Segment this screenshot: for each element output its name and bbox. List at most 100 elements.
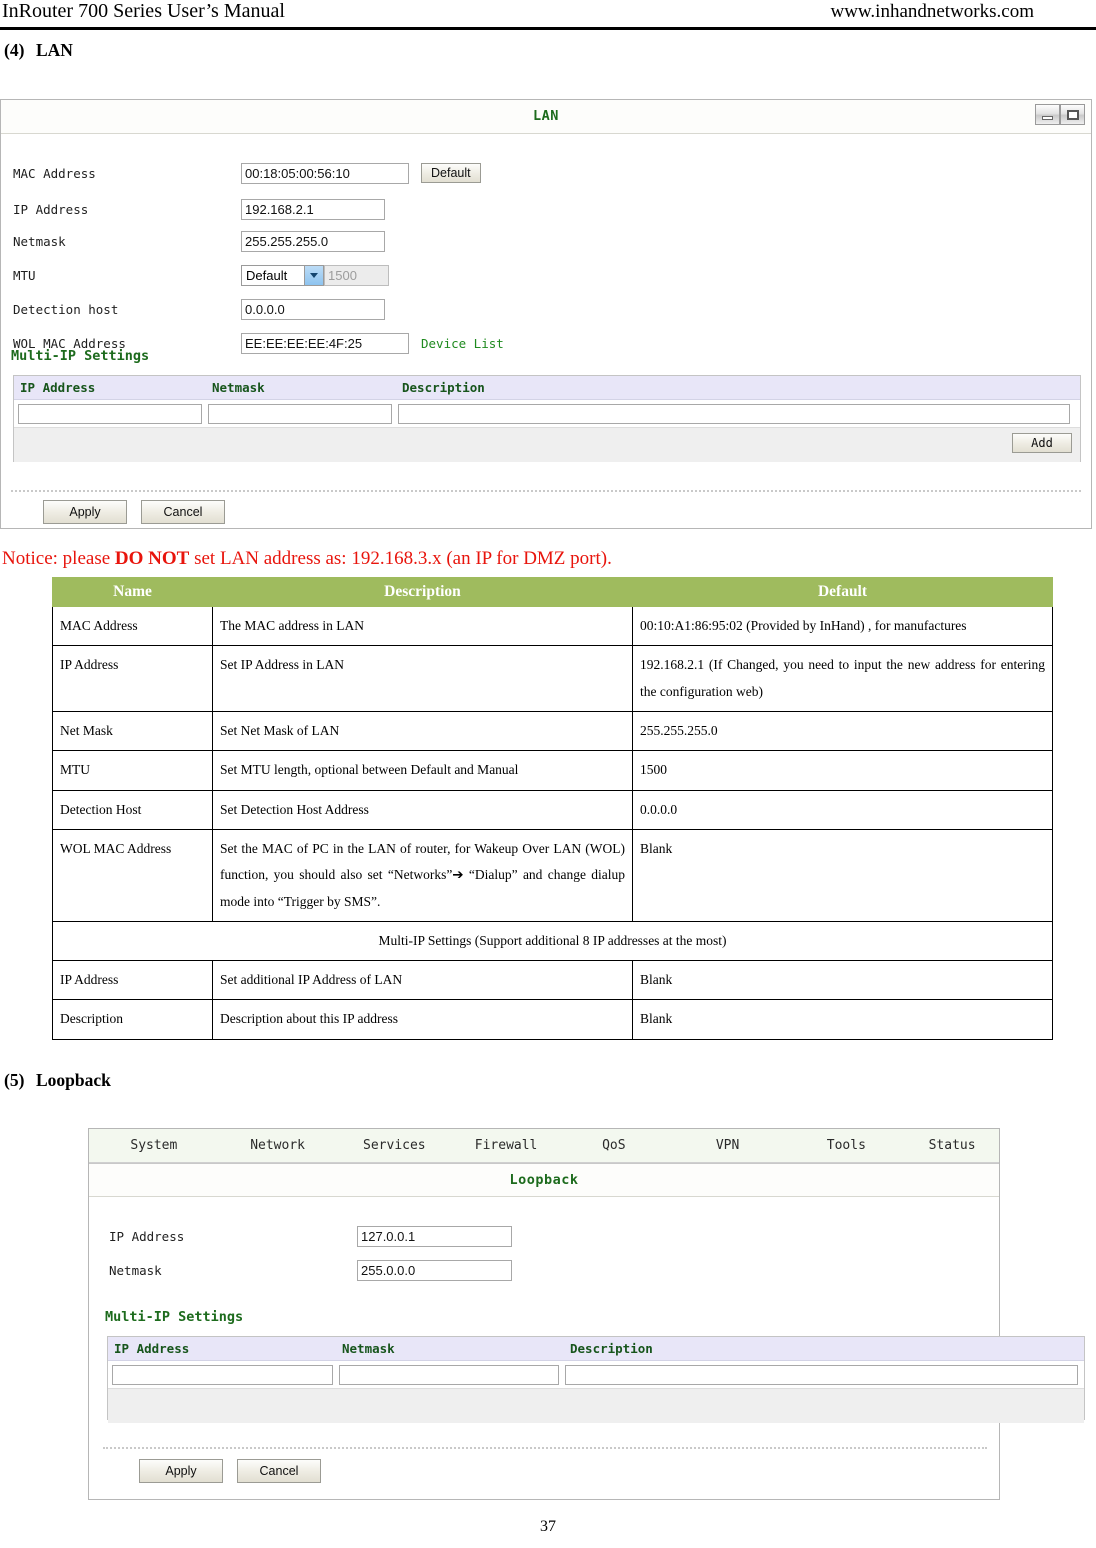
section-title-loopback: Loopback bbox=[36, 1070, 111, 1090]
loopback-multi-ip-section-title: Multi-IP Settings bbox=[105, 1309, 244, 1325]
nav-tab-system[interactable]: System bbox=[89, 1138, 219, 1153]
minimize-icon[interactable] bbox=[1035, 104, 1060, 125]
nav-tab-vpn[interactable]: VPN bbox=[668, 1138, 788, 1153]
table-row: Detection Host Set Detection Host Addres… bbox=[52, 789, 1053, 830]
loopback-nav-tabs: System Network Services Firewall QoS VPN… bbox=[89, 1129, 999, 1163]
field-row-wol-mac-address: WOL MAC Address Device List bbox=[1, 328, 1091, 358]
label-detection-host: Detection host bbox=[13, 301, 119, 317]
label-ip-address: IP Address bbox=[13, 201, 89, 217]
column-header-description: Description bbox=[570, 1341, 653, 1356]
window-controls bbox=[1035, 104, 1085, 125]
section-heading-lan: (4) LAN bbox=[4, 40, 73, 61]
loopback-multi-ip-grid-footer bbox=[108, 1388, 1084, 1423]
table-row-span: Multi-IP Settings (Support additional 8 … bbox=[52, 920, 1053, 962]
lan-multi-ip-entry-row bbox=[14, 400, 1080, 427]
cell-name: MTU bbox=[52, 750, 213, 791]
nav-tab-services[interactable]: Services bbox=[336, 1138, 452, 1153]
lan-multi-ip-grid-footer: Add bbox=[14, 427, 1080, 462]
cell-description: Set the MAC of PC in the LAN of router, … bbox=[212, 828, 633, 922]
netmask-input[interactable] bbox=[241, 230, 385, 252]
lan-form-area: MAC Address Default IP Address Netmask M… bbox=[1, 134, 1091, 362]
field-row-mac-address: MAC Address Default bbox=[1, 158, 1091, 188]
label-netmask: Netmask bbox=[13, 233, 66, 249]
mtu-value-input[interactable] bbox=[324, 264, 389, 286]
wol-mac-address-input[interactable] bbox=[241, 332, 409, 354]
restore-icon[interactable] bbox=[1060, 104, 1085, 125]
cell-default: Blank bbox=[632, 999, 1053, 1040]
nav-tab-status[interactable]: Status bbox=[905, 1138, 999, 1153]
loopback-ip-address-input[interactable] bbox=[357, 1225, 512, 1247]
manual-title: InRouter 700 Series User’s Manual bbox=[2, 0, 285, 22]
lan-multi-ip-section-title: Multi-IP Settings bbox=[11, 348, 150, 364]
table-row: Net Mask Set Net Mask of LAN 255.255.255… bbox=[52, 710, 1053, 752]
multi-ip-description-input[interactable] bbox=[398, 403, 1070, 424]
table-row: IP Address Set IP Address in LAN 192.168… bbox=[52, 645, 1053, 712]
loopback-netmask-input[interactable] bbox=[357, 1259, 512, 1281]
default-button[interactable]: Default bbox=[421, 163, 481, 183]
apply-button[interactable]: Apply bbox=[43, 500, 127, 524]
column-header-description: Description bbox=[402, 380, 485, 395]
cell-name: Detection Host bbox=[52, 789, 213, 830]
device-list-link[interactable]: Device List bbox=[421, 336, 504, 351]
nav-tab-qos[interactable]: QoS bbox=[560, 1138, 668, 1153]
table-row: MTU Set MTU length, optional between Def… bbox=[52, 750, 1053, 791]
cell-multi-ip-span: Multi-IP Settings (Support additional 8 … bbox=[52, 920, 1053, 962]
notice-after: set LAN address as: 192.168.3.x (an IP f… bbox=[189, 548, 612, 569]
loopback-multi-ip-description-input[interactable] bbox=[565, 1364, 1078, 1385]
lan-panel-titlebar: LAN bbox=[1, 100, 1091, 134]
lan-footer-separator bbox=[11, 490, 1081, 492]
label-mtu: MTU bbox=[13, 267, 36, 283]
lan-config-panel: LAN MAC Address Default IP Address Netma… bbox=[0, 99, 1092, 529]
table-header-default: Default bbox=[632, 577, 1053, 607]
table-header-description: Description bbox=[212, 577, 633, 607]
loopback-panel-title: Loopback bbox=[509, 1172, 579, 1188]
nav-tab-network[interactable]: Network bbox=[219, 1138, 337, 1153]
notice-text: Notice: please DO NOT set LAN address as… bbox=[2, 548, 612, 570]
lan-panel-title: LAN bbox=[533, 108, 559, 124]
nav-tab-tools[interactable]: Tools bbox=[787, 1138, 905, 1153]
label-mac-address: MAC Address bbox=[13, 165, 96, 181]
cell-default: 192.168.2.1 (If Changed, you need to inp… bbox=[632, 645, 1053, 712]
table-header-name: Name bbox=[52, 577, 213, 607]
cell-name: IP Address bbox=[52, 645, 213, 712]
section-number-loopback: (5) bbox=[4, 1070, 25, 1090]
cancel-button[interactable]: Cancel bbox=[141, 500, 225, 524]
notice-before: Notice: please bbox=[2, 548, 115, 569]
ip-address-input[interactable] bbox=[241, 198, 385, 220]
loopback-cancel-button[interactable]: Cancel bbox=[237, 1459, 321, 1483]
cell-description: Set IP Address in LAN bbox=[212, 645, 633, 712]
cell-default: Blank bbox=[632, 828, 1053, 922]
page-running-header: InRouter 700 Series User’s Manual www.in… bbox=[0, 0, 1096, 30]
cell-name: Description bbox=[52, 999, 213, 1040]
page-number: 37 bbox=[540, 1518, 556, 1535]
detection-host-input[interactable] bbox=[241, 298, 385, 320]
multi-ip-netmask-input[interactable] bbox=[208, 403, 392, 424]
cell-name: WOL MAC Address bbox=[52, 828, 213, 922]
mac-address-input[interactable] bbox=[241, 162, 409, 184]
mtu-mode-selected-value: Default bbox=[246, 267, 288, 283]
loopback-multi-ip-netmask-input[interactable] bbox=[338, 1364, 560, 1385]
loopback-multi-ip-ip-address-input[interactable] bbox=[112, 1364, 333, 1385]
lan-multi-ip-grid-header: IP Address Netmask Description bbox=[14, 376, 1080, 400]
lan-multi-ip-grid: IP Address Netmask Description Add bbox=[13, 375, 1081, 462]
cell-default: Blank bbox=[632, 960, 1053, 1001]
loopback-form-area: IP Address Netmask bbox=[89, 1197, 999, 1289]
table-row: WOL MAC Address Set the MAC of PC in the… bbox=[52, 828, 1053, 922]
loopback-multi-ip-grid: IP Address Netmask Description bbox=[107, 1336, 1085, 1423]
cell-name: IP Address bbox=[52, 960, 213, 1001]
column-header-ip-address: IP Address bbox=[20, 380, 96, 395]
cell-description: Set Detection Host Address bbox=[212, 789, 633, 830]
multi-ip-ip-address-input[interactable] bbox=[18, 403, 202, 424]
mtu-mode-select[interactable]: Default bbox=[241, 264, 324, 286]
field-row-loopback-netmask: Netmask bbox=[89, 1255, 999, 1285]
cell-description: Set Net Mask of LAN bbox=[212, 710, 633, 752]
cell-description: Description about this IP address bbox=[212, 999, 633, 1040]
nav-tab-firewall[interactable]: Firewall bbox=[452, 1138, 560, 1153]
loopback-apply-button[interactable]: Apply bbox=[139, 1459, 223, 1483]
cell-default: 1500 bbox=[632, 750, 1053, 791]
add-button[interactable]: Add bbox=[1012, 433, 1072, 453]
label-loopback-ip-address: IP Address bbox=[109, 1228, 185, 1244]
field-row-netmask: Netmask bbox=[1, 226, 1091, 256]
column-header-netmask: Netmask bbox=[212, 380, 265, 395]
chevron-down-icon bbox=[304, 265, 323, 285]
